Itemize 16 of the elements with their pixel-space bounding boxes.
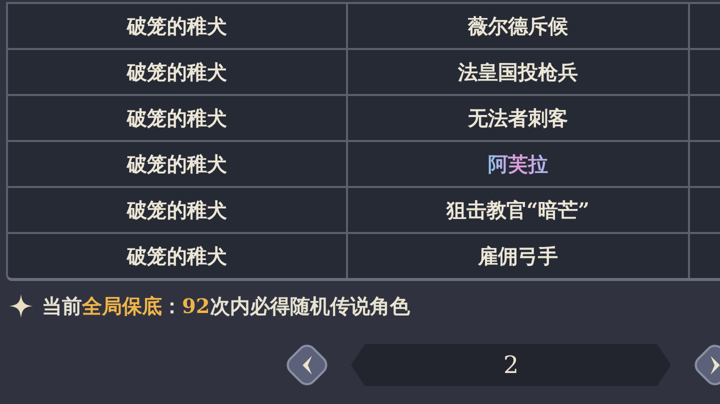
table-cell: 破笼的稚犬 — [127, 58, 227, 86]
table-cell: 雇佣弓手 — [478, 242, 558, 270]
chevron-right-icon — [710, 356, 720, 374]
table-cell: 破笼的稚犬 — [127, 242, 227, 270]
table-cell: 破笼的稚犬 — [127, 104, 227, 132]
table-cell: 破笼的稚犬 — [127, 196, 227, 224]
page-field[interactable]: 2 — [351, 344, 671, 386]
table-cell: 狙击教官“暗芒” — [446, 196, 590, 224]
table-cell: 破笼的稚犬 — [127, 150, 227, 178]
sparkle-icon — [8, 293, 34, 319]
notice-text: 当前全局保底：92次内必得随机传说角色 — [42, 292, 410, 320]
table-cell: 薇尔德斥候 — [468, 12, 568, 40]
table-cell: 无法者刺客 — [468, 104, 568, 132]
chevron-left-icon — [302, 356, 312, 374]
table-cell: 破笼的稚犬 — [127, 12, 227, 40]
table-cell: 法皇国投枪兵 — [458, 58, 578, 86]
